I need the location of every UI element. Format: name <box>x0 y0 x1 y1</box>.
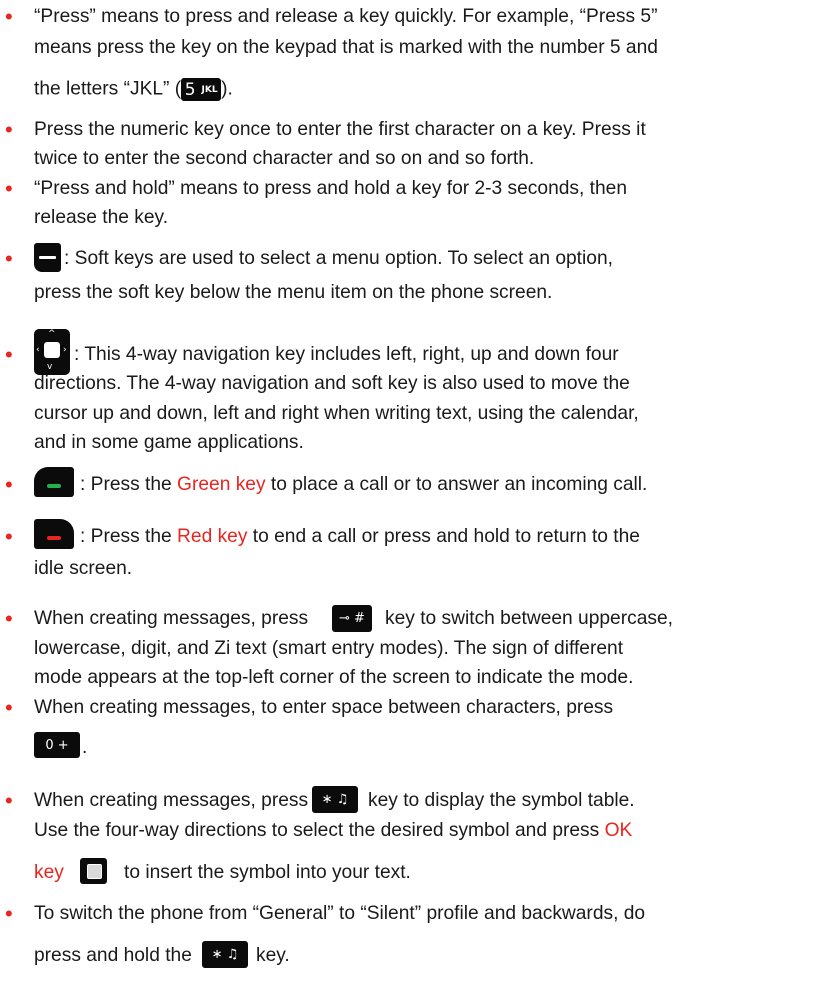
list-item-text: To switch the phone from “General” to “S… <box>34 903 646 924</box>
red-key-icon <box>34 519 74 549</box>
bullet: • <box>5 788 13 813</box>
green-key-highlight: Green key <box>177 474 266 495</box>
bullet: • <box>5 176 13 201</box>
list-item-text: When creating messages, press <box>34 608 309 629</box>
hash-key-icon: ⊸ # <box>332 605 372 632</box>
list-item-text: key to switch between uppercase, <box>385 608 673 629</box>
list-item-text: mode appears at the top-left corner of t… <box>34 667 634 688</box>
list-item-text: : This 4-way navigation key includes lef… <box>74 344 619 365</box>
red-key-highlight: Red key <box>177 526 248 547</box>
bullet: • <box>5 117 13 142</box>
key-5-jkl-icon: 5 JKL <box>181 78 222 101</box>
navigation-key-icon: ^ ‹ › v <box>34 329 70 375</box>
list-item-text: . <box>82 737 88 758</box>
green-key-icon <box>34 467 74 497</box>
list-item-text: “Press and hold” means to press and hold… <box>34 178 628 199</box>
ok-key-icon <box>80 858 107 884</box>
list-item-text: the letters “JKL” (5 JKL). <box>34 78 233 101</box>
zero-key-icon: 0 + <box>34 732 80 758</box>
bullet: • <box>5 472 13 497</box>
soft-key-icon <box>34 243 61 272</box>
bullet: • <box>5 4 13 29</box>
bullet: • <box>5 246 13 271</box>
bullet: • <box>5 524 13 549</box>
bullet: • <box>5 695 13 720</box>
bullet: • <box>5 606 13 631</box>
star-key-icon: ∗ ♫ <box>202 941 248 968</box>
list-item-text: “Press” means to press and release a key… <box>34 6 658 27</box>
bullet: • <box>5 901 13 926</box>
list-item-text: release the key. <box>34 207 169 228</box>
list-item-text: cursor up and down, left and right when … <box>34 403 639 424</box>
star-key-icon: ∗ ♫ <box>312 786 358 813</box>
list-item-text: twice to enter the second character and … <box>34 148 535 169</box>
list-item-text: and in some game applications. <box>34 432 304 453</box>
ok-key-highlight: key <box>34 862 64 883</box>
list-item-text: press and hold the <box>34 945 192 966</box>
list-item-text: lowercase, digit, and Zi text (smart ent… <box>34 638 624 659</box>
list-item-text: When creating messages, to enter space b… <box>34 697 614 718</box>
ok-highlight: OK <box>604 820 633 841</box>
list-item-text: directions. The 4-way navigation and sof… <box>34 373 630 394</box>
list-item-text: press the soft key below the menu item o… <box>34 282 553 303</box>
bullet: • <box>5 342 13 367</box>
list-item-text: to insert the symbol into your text. <box>124 862 411 883</box>
list-item-text: idle screen. <box>34 558 133 579</box>
list-item-text: When creating messages, press <box>34 790 309 811</box>
list-item-text: key to display the symbol table. <box>368 790 635 811</box>
list-item-text: : Press the Green key to place a call or… <box>80 474 648 495</box>
list-item-text: : Press the Red key to end a call or pre… <box>80 526 640 547</box>
list-item-text: : Soft keys are used to select a menu op… <box>64 248 613 269</box>
list-item-text: Use the four-way directions to select th… <box>34 820 633 841</box>
list-item-text: means press the key on the keypad that i… <box>34 37 658 58</box>
list-item-text: key. <box>256 945 290 966</box>
list-item-text: Press the numeric key once to enter the … <box>34 119 646 140</box>
instruction-list: • “Press” means to press and release a k… <box>0 0 822 997</box>
